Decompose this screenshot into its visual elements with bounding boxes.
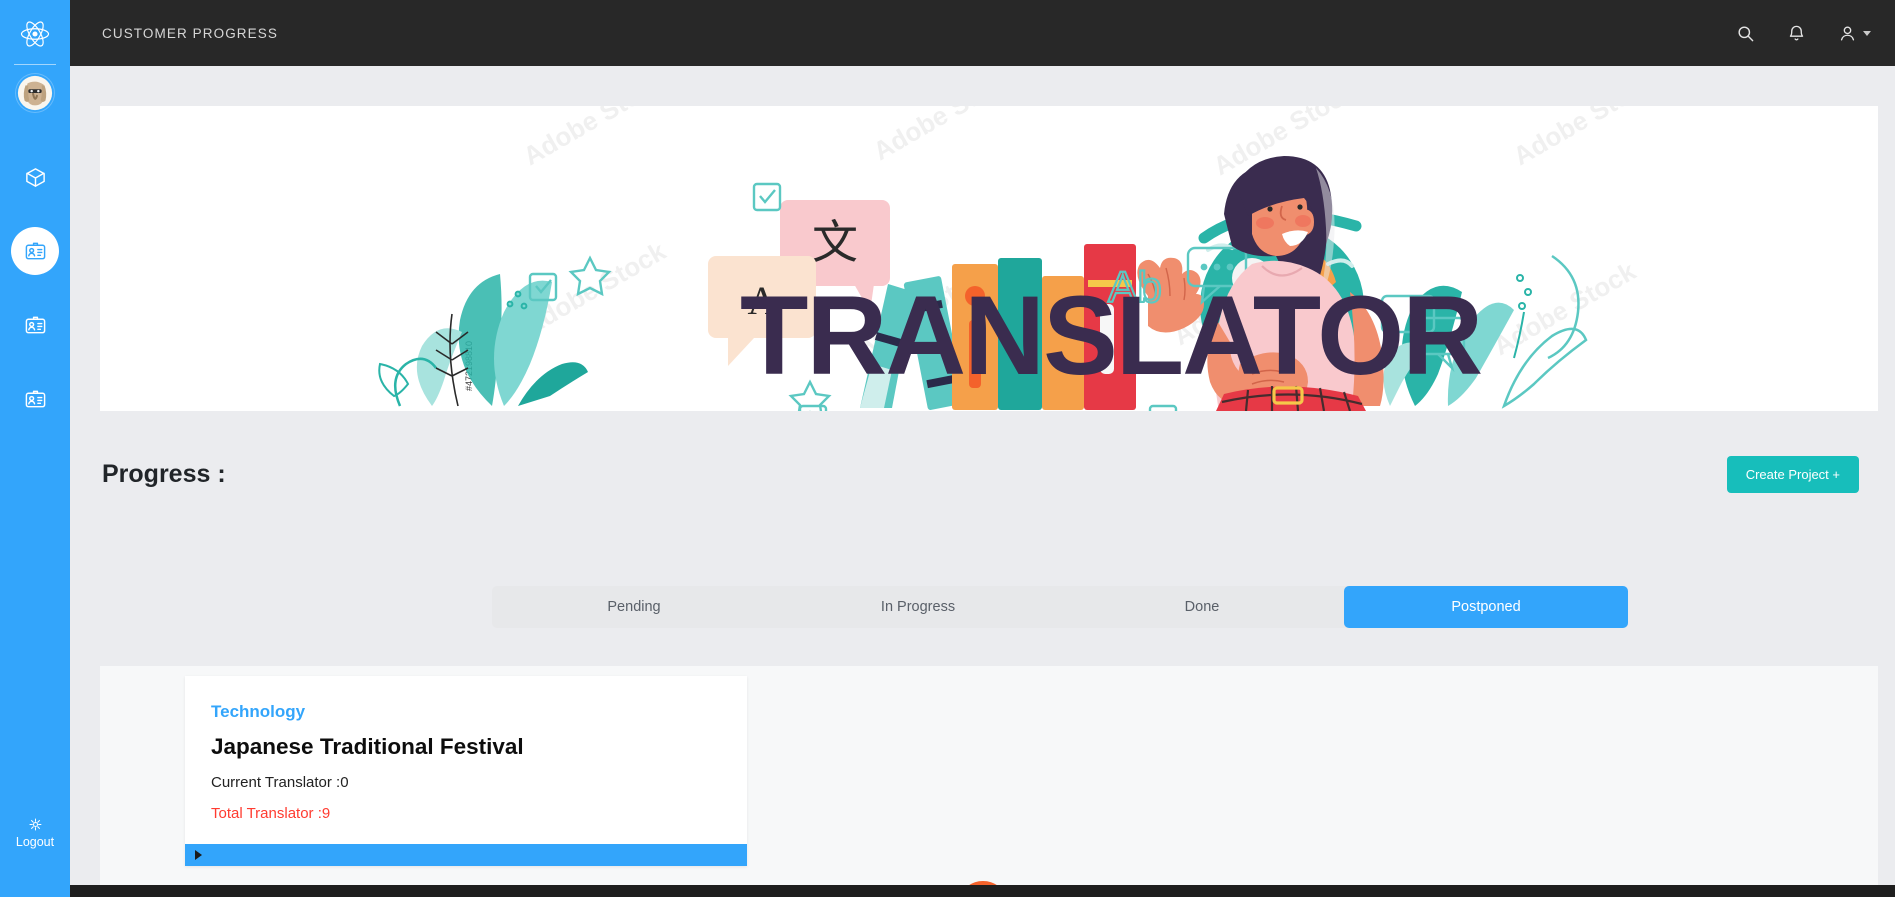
status-tabs: Pending In Progress Done Postponed bbox=[492, 586, 1628, 628]
svg-text:文: 文 bbox=[812, 215, 858, 269]
logout-label: Logout bbox=[15, 835, 55, 849]
project-title: Japanese Traditional Festival bbox=[211, 734, 524, 759]
sidebar-item-packages[interactable] bbox=[11, 153, 59, 201]
tab-postponed[interactable]: Postponed bbox=[1344, 586, 1628, 628]
project-card-body: Technology Japanese Traditional Festival… bbox=[185, 676, 747, 844]
chevron-down-icon[interactable] bbox=[1863, 30, 1871, 36]
sidebar-nav bbox=[11, 153, 59, 423]
svg-text:TRANSLATOR: TRANSLATOR bbox=[740, 273, 1481, 398]
tab-in-progress[interactable]: In Progress bbox=[776, 586, 1060, 628]
sidebar-item-translators[interactable] bbox=[11, 301, 59, 349]
user-icon bbox=[1840, 25, 1855, 41]
sidebar-item-staff[interactable] bbox=[11, 375, 59, 423]
search-icon[interactable] bbox=[1736, 24, 1755, 43]
top-header: CUSTOMER PROGRESS bbox=[70, 0, 1895, 66]
header-icon-group bbox=[1736, 24, 1871, 43]
react-logo-icon[interactable] bbox=[15, 14, 55, 54]
bell-icon[interactable] bbox=[1787, 24, 1806, 43]
page-title: CUSTOMER PROGRESS bbox=[102, 25, 278, 41]
avatar[interactable] bbox=[15, 73, 55, 113]
logout-button[interactable]: Logout bbox=[0, 817, 70, 849]
current-translator-count: Current Translator :0 bbox=[211, 774, 349, 791]
progress-heading: Progress : bbox=[102, 460, 226, 488]
page-body: Adobe Stock Adobe Stock Adobe Stock Adob… bbox=[70, 66, 1895, 897]
sidebar-divider bbox=[14, 64, 56, 65]
project-card[interactable]: Technology Japanese Traditional Festival… bbox=[185, 676, 747, 866]
logout-icon bbox=[29, 818, 41, 831]
create-project-button[interactable]: Create Project + bbox=[1726, 456, 1859, 493]
tab-pending[interactable]: Pending bbox=[492, 586, 776, 628]
progress-header-row: Progress : Create Project + bbox=[70, 456, 1895, 493]
tab-done[interactable]: Done bbox=[1060, 586, 1344, 628]
sidebar: Logout bbox=[0, 0, 70, 897]
project-category: Technology bbox=[211, 702, 306, 721]
translator-banner: Adobe Stock Adobe Stock Adobe Stock Adob… bbox=[100, 106, 1878, 411]
sidebar-item-customers[interactable] bbox=[11, 227, 59, 275]
bottom-bar bbox=[0, 885, 1895, 897]
project-card-area: Technology Japanese Traditional Festival… bbox=[100, 666, 1878, 897]
total-translator-count: Total Translator :9 bbox=[211, 805, 331, 822]
user-menu-button[interactable] bbox=[1838, 24, 1871, 43]
project-card-expand-bar[interactable] bbox=[185, 844, 747, 866]
triangle-right-icon bbox=[195, 850, 202, 860]
